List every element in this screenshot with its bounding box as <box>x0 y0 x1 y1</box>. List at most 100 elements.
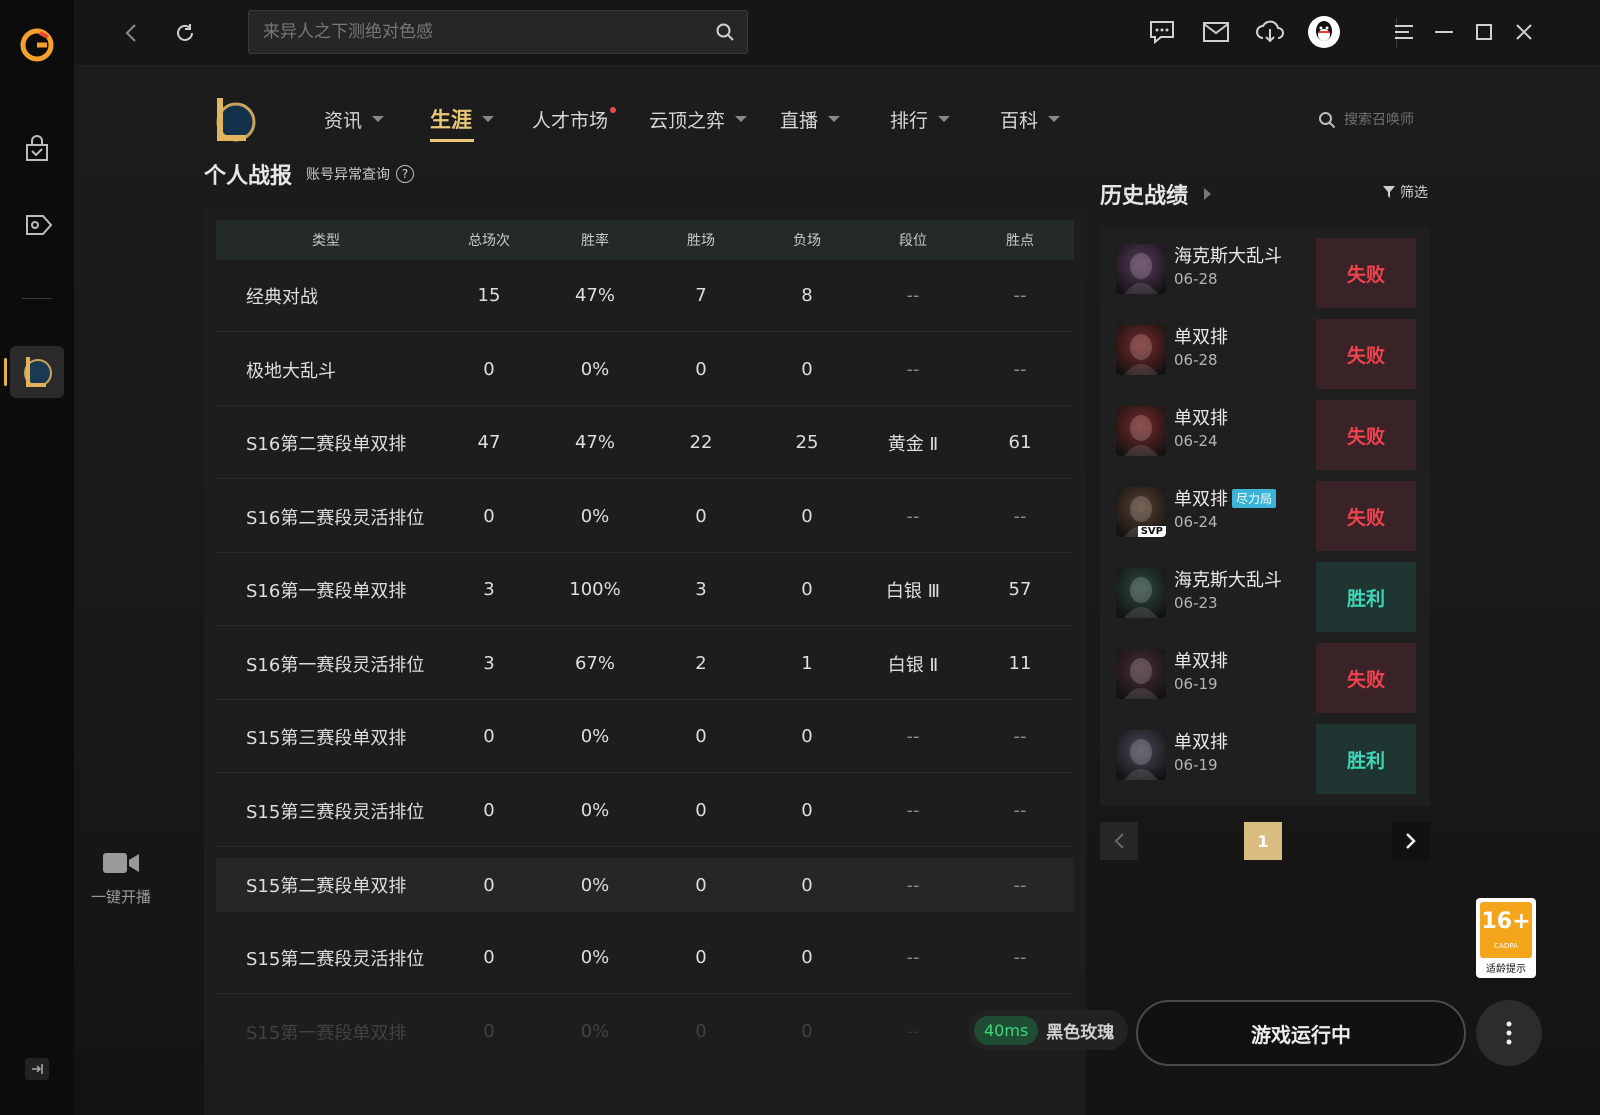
match-mode-label: 单双排 <box>1174 651 1228 672</box>
cell-wins: 0 <box>695 874 707 896</box>
nav-news[interactable]: 资讯 <box>324 104 385 134</box>
cell-type: S15第三赛段灵活排位 <box>246 801 425 823</box>
nav-career[interactable]: 生涯 <box>430 104 494 142</box>
server-name: 黑色玫瑰 <box>1046 1022 1115 1043</box>
rail-divider <box>22 298 52 299</box>
match-mode-label: 单双排 <box>1174 489 1228 510</box>
cell-total: 0 <box>483 874 495 896</box>
cell-wins: 22 <box>689 432 713 453</box>
store-icon[interactable] <box>18 130 56 168</box>
cell-winrate: 0% <box>580 359 610 380</box>
header-type: 类型 <box>312 233 340 249</box>
game-running-button[interactable]: 游戏运行中 <box>1136 1000 1466 1066</box>
match-item[interactable]: 单双排 06-24 失败 <box>1116 400 1416 470</box>
chat-icon[interactable] <box>1146 16 1178 48</box>
lol-game-icon[interactable] <box>4 346 64 398</box>
cell-total: 0 <box>483 359 495 380</box>
match-mode-label: 单双排 <box>1174 327 1228 348</box>
page-prev-button[interactable] <box>1100 822 1138 860</box>
cell-type: S16第一赛段灵活排位 <box>246 654 425 676</box>
search-input[interactable] <box>263 11 703 53</box>
broadcast-label: 一键开播 <box>90 888 151 906</box>
page-next-button[interactable] <box>1392 822 1430 860</box>
close-icon[interactable] <box>1508 16 1540 48</box>
nav-talent-market[interactable]: 人才市场 <box>532 104 617 134</box>
table-header: 类型 总场次 胜率 胜场 负场 段位 胜点 <box>216 220 1074 260</box>
cell-rank: 白银 Ⅲ <box>885 580 941 602</box>
cell-rank: -- <box>906 874 920 896</box>
gamepad-icon[interactable] <box>18 206 56 244</box>
nav-ranking[interactable]: 排行 <box>890 104 951 134</box>
match-item[interactable]: 海克斯大乱斗 06-23 胜利 <box>1116 562 1416 632</box>
history-title[interactable]: 历史战绩 <box>1100 178 1212 210</box>
match-item[interactable]: 单双排 06-19 胜利 <box>1116 724 1416 794</box>
download-icon[interactable] <box>1254 16 1286 48</box>
one-click-broadcast[interactable]: 一键开播 <box>86 850 156 907</box>
search-icon[interactable] <box>715 22 735 46</box>
cell-type: S15第二赛段单双排 <box>246 876 407 897</box>
table-row[interactable]: 经典对战 15 47% 7 8 -- -- <box>216 260 1074 332</box>
summoner-search[interactable] <box>1318 106 1444 134</box>
back-icon[interactable] <box>116 18 146 48</box>
qq-avatar-icon[interactable] <box>1308 16 1340 48</box>
table-row[interactable]: 极地大乱斗 0 0% 0 0 -- -- <box>216 334 1074 406</box>
table-row[interactable]: S16第二赛段灵活排位 0 0% 0 0 -- -- <box>216 481 1074 553</box>
server-status[interactable]: 40ms 黑色玫瑰 <box>968 1010 1128 1050</box>
more-options-button[interactable] <box>1476 1000 1542 1066</box>
more-vertical-icon <box>1506 1021 1512 1045</box>
match-item[interactable]: SVP 单双排 尽力局 06-24 失败 <box>1116 481 1416 551</box>
mail-icon[interactable] <box>1200 16 1232 48</box>
table-row[interactable]: S15第三赛段灵活排位 0 0% 0 0 -- -- <box>216 775 1074 847</box>
cell-lp: -- <box>1013 800 1027 821</box>
age-rating-badge[interactable]: 16+ CADPA 适龄提示 <box>1476 898 1536 978</box>
filter-icon <box>1383 186 1395 198</box>
cell-total: 0 <box>483 506 495 527</box>
table-row[interactable]: S16第一赛段灵活排位 3 67% 2 1 白银 Ⅱ 11 <box>216 628 1074 700</box>
app-logo-icon[interactable] <box>18 26 56 64</box>
top-bar <box>74 0 1600 66</box>
menu-icon[interactable] <box>1388 16 1420 48</box>
minimize-icon[interactable] <box>1428 16 1460 48</box>
table-row[interactable]: S15第一赛段单双排00%00---- <box>216 996 1074 1068</box>
search-icon[interactable] <box>1318 111 1336 129</box>
nav-wiki[interactable]: 百科 <box>1000 104 1061 134</box>
cell-wins: 7 <box>695 285 707 306</box>
cell-losses: 0 <box>801 1021 813 1042</box>
filter-button[interactable]: 筛选 <box>1382 182 1428 202</box>
match-mode-label: 海克斯大乱斗 <box>1174 570 1282 591</box>
left-rail <box>0 0 74 1115</box>
age-rating-label: 适龄提示 <box>1486 964 1526 975</box>
page-number[interactable]: 1 <box>1244 822 1282 860</box>
nav-live[interactable]: 直播 <box>780 104 841 134</box>
cell-total: 3 <box>483 579 495 600</box>
match-mode-label: 单双排 <box>1174 732 1228 753</box>
collapse-sidebar-icon[interactable] <box>25 1058 49 1080</box>
account-check-link[interactable]: 账号异常查询 ? <box>306 164 414 184</box>
table-row[interactable]: S15第二赛段灵活排位 0 0% 0 0 -- -- <box>216 922 1074 994</box>
nav-tft[interactable]: 云顶之弈 <box>649 104 748 134</box>
global-search[interactable] <box>248 10 748 54</box>
cell-winrate: 0% <box>580 947 610 968</box>
cell-losses: 0 <box>801 359 813 380</box>
cell-losses: 1 <box>801 653 813 674</box>
summoner-search-input[interactable] <box>1344 112 1444 128</box>
table-row[interactable]: S15第三赛段单双排 0 0% 0 0 -- -- <box>216 701 1074 773</box>
match-mode: 海克斯大乱斗 <box>1174 566 1282 592</box>
header-lp: 胜点 <box>1006 233 1034 249</box>
table-row[interactable]: S16第一赛段单双排 3 100% 3 0 白银 Ⅲ 57 <box>216 554 1074 626</box>
match-item[interactable]: 海克斯大乱斗 06-28 失败 <box>1116 238 1416 308</box>
help-icon[interactable]: ? <box>396 165 414 183</box>
maximize-icon[interactable] <box>1468 16 1500 48</box>
cell-losses: 0 <box>801 947 813 968</box>
cell-rank: -- <box>906 285 920 306</box>
cell-losses: 0 <box>801 874 813 896</box>
match-item[interactable]: 单双排 06-19 失败 <box>1116 643 1416 713</box>
match-date: 06-19 <box>1174 756 1218 774</box>
cell-rank: 白银 Ⅱ <box>887 654 939 676</box>
refresh-icon[interactable] <box>170 18 200 48</box>
table-row[interactable]: S15第二赛段单双排 0 0% 0 0 -- -- <box>216 858 1074 912</box>
champion-avatar: SVP <box>1116 487 1166 537</box>
match-item[interactable]: 单双排 06-28 失败 <box>1116 319 1416 389</box>
cell-total: 15 <box>477 285 501 306</box>
table-row[interactable]: S16第二赛段单双排 47 47% 22 25 黄金 Ⅱ 61 <box>216 407 1074 479</box>
